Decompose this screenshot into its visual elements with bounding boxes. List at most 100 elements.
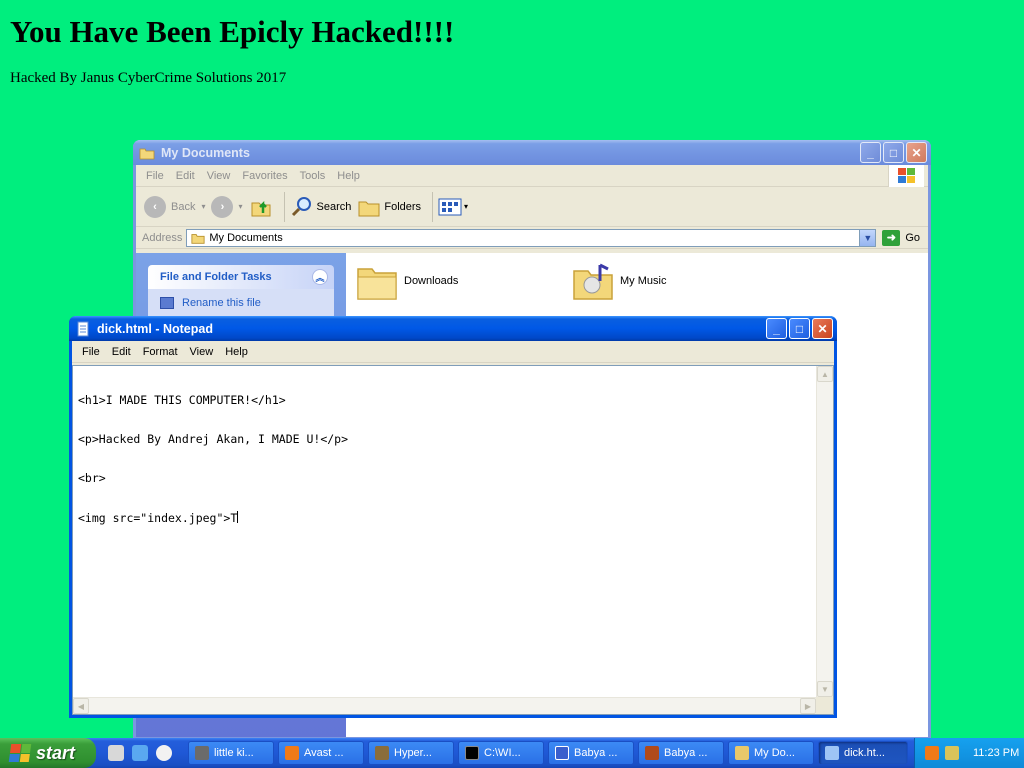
address-field[interactable]: My Documents ▼: [186, 228, 877, 247]
close-button[interactable]: ✕: [812, 318, 833, 339]
avast-tray-icon[interactable]: [925, 746, 939, 760]
up-folder-icon: [251, 200, 270, 216]
menu-file[interactable]: File: [76, 346, 106, 358]
maximize-button[interactable]: □: [883, 142, 904, 163]
go-arrow-icon: ➜: [882, 229, 901, 246]
menu-format[interactable]: Format: [137, 346, 184, 358]
task-button[interactable]: Avast ...: [278, 741, 364, 765]
close-button[interactable]: ✕: [906, 142, 927, 163]
hyperterminal-icon: [375, 746, 389, 760]
menu-file[interactable]: File: [140, 170, 170, 182]
folder-item-downloads[interactable]: Downloads: [356, 261, 572, 301]
folders-icon: [358, 201, 380, 216]
notepad-content[interactable]: <h1>I MADE THIS COMPUTER!</h1> <p>Hacked…: [78, 368, 813, 696]
menu-help[interactable]: Help: [219, 346, 254, 358]
toolbar-separator: [432, 191, 434, 222]
page-heading: You Have Been Epicly Hacked!!!!: [10, 14, 455, 49]
address-dropdown-icon[interactable]: ▼: [859, 229, 876, 246]
menu-help[interactable]: Help: [331, 170, 366, 182]
task-button[interactable]: Babya ...: [548, 741, 634, 765]
task-panel-title: File and Folder Tasks: [160, 271, 272, 283]
windows-logo-icon: [888, 165, 924, 187]
notepad-menubar: File Edit Format View Help: [72, 341, 834, 363]
text-line-content: <img src="index.jpeg">T: [78, 511, 238, 525]
task-button[interactable]: Babya ...: [638, 741, 724, 765]
back-dropdown-icon: ▾: [201, 202, 206, 211]
notepad-text-area[interactable]: <h1>I MADE THIS COMPUTER!</h1> <p>Hacked…: [72, 365, 834, 715]
go-button[interactable]: ➜ Go: [876, 229, 928, 246]
task-label: C:\WI...: [484, 747, 521, 759]
search-label: Search: [316, 200, 352, 213]
task-button[interactable]: My Do...: [728, 741, 814, 765]
vertical-scrollbar[interactable]: ▲ ▼: [816, 366, 833, 697]
taskbar-buttons: little ki... Avast ... Hyper... C:\WI...…: [188, 741, 914, 765]
scroll-right-icon[interactable]: ▶: [800, 698, 816, 714]
forward-button[interactable]: › ▾: [211, 195, 243, 218]
task-label: My Do...: [754, 747, 795, 759]
task-rename-link[interactable]: Rename this file: [148, 289, 334, 317]
task-button[interactable]: C:\WI...: [458, 741, 544, 765]
windows-logo-icon: [8, 744, 32, 762]
music-folder-icon: [573, 263, 613, 300]
quick-launch: [96, 745, 188, 761]
menu-view[interactable]: View: [184, 346, 220, 358]
folders-button[interactable]: Folders: [357, 195, 421, 219]
media-player-icon[interactable]: [156, 745, 172, 761]
explorer-titlebar[interactable]: My Documents _ □ ✕: [133, 140, 931, 165]
task-button[interactable]: Hyper...: [368, 741, 454, 765]
taskbar: start little ki... Avast ... Hyper... C:…: [0, 738, 1024, 768]
task-label: Avast ...: [304, 747, 344, 759]
cmd-icon: [465, 746, 479, 760]
task-button-active[interactable]: dick.ht...: [818, 741, 908, 765]
menu-tools[interactable]: Tools: [294, 170, 332, 182]
notepad-icon: [77, 321, 89, 336]
maximize-button[interactable]: □: [789, 318, 810, 339]
text-caret: [237, 511, 239, 523]
search-button[interactable]: Search: [290, 195, 352, 219]
internet-explorer-icon[interactable]: [132, 745, 148, 761]
task-label: Babya ...: [574, 747, 618, 759]
menu-view[interactable]: View: [201, 170, 237, 182]
avast-icon: [285, 746, 299, 760]
back-arrow-icon: ‹: [144, 195, 166, 218]
explorer-title: My Documents: [161, 145, 250, 160]
task-panel-header[interactable]: File and Folder Tasks ︽: [148, 265, 334, 289]
horizontal-scrollbar[interactable]: ◀ ▶: [73, 697, 816, 714]
folder-item-my-music[interactable]: My Music: [572, 261, 788, 301]
toolbar-separator: [283, 191, 285, 222]
minimize-button[interactable]: _: [860, 142, 881, 163]
rename-icon: [160, 297, 174, 309]
back-button[interactable]: ‹ Back ▾: [144, 195, 206, 218]
scroll-up-icon[interactable]: ▲: [817, 366, 833, 382]
collapse-chevron-icon[interactable]: ︽: [312, 269, 328, 285]
views-button[interactable]: ▾: [438, 197, 468, 217]
raccoon-icon: [195, 746, 209, 760]
scroll-left-icon[interactable]: ◀: [73, 698, 89, 714]
explorer-menubar: File Edit View Favorites Tools Help: [136, 165, 928, 187]
menu-edit[interactable]: Edit: [170, 170, 201, 182]
text-line-last: <img src="index.jpeg">T: [78, 511, 813, 525]
menu-edit[interactable]: Edit: [106, 346, 137, 358]
babya-icon: [555, 746, 569, 760]
network-tray-icon[interactable]: [945, 746, 959, 760]
notepad-window: dick.html - Notepad _ □ ✕ File Edit Form…: [69, 316, 837, 718]
task-label: Babya ...: [664, 747, 708, 759]
resize-grip[interactable]: [816, 697, 833, 714]
task-label: little ki...: [214, 747, 254, 759]
notepad-title: dick.html - Notepad: [97, 321, 213, 336]
page-subheading: Hacked By Janus CyberCrime Solutions 201…: [10, 70, 287, 86]
folder-label: My Music: [620, 275, 667, 287]
minimize-button[interactable]: _: [766, 318, 787, 339]
menu-favorites[interactable]: Favorites: [236, 170, 293, 182]
task-label: Hyper...: [394, 747, 432, 759]
clock[interactable]: 11:23 PM: [973, 747, 1019, 759]
folder-icon: [357, 268, 397, 300]
start-button[interactable]: start: [0, 738, 96, 768]
up-folder-button[interactable]: [249, 195, 273, 219]
notepad-titlebar[interactable]: dick.html - Notepad _ □ ✕: [69, 316, 837, 341]
scroll-down-icon[interactable]: ▼: [817, 681, 833, 697]
forward-arrow-icon: ›: [211, 195, 234, 218]
show-desktop-icon[interactable]: [108, 745, 124, 761]
task-button[interactable]: little ki...: [188, 741, 274, 765]
address-label: Address: [142, 231, 183, 244]
